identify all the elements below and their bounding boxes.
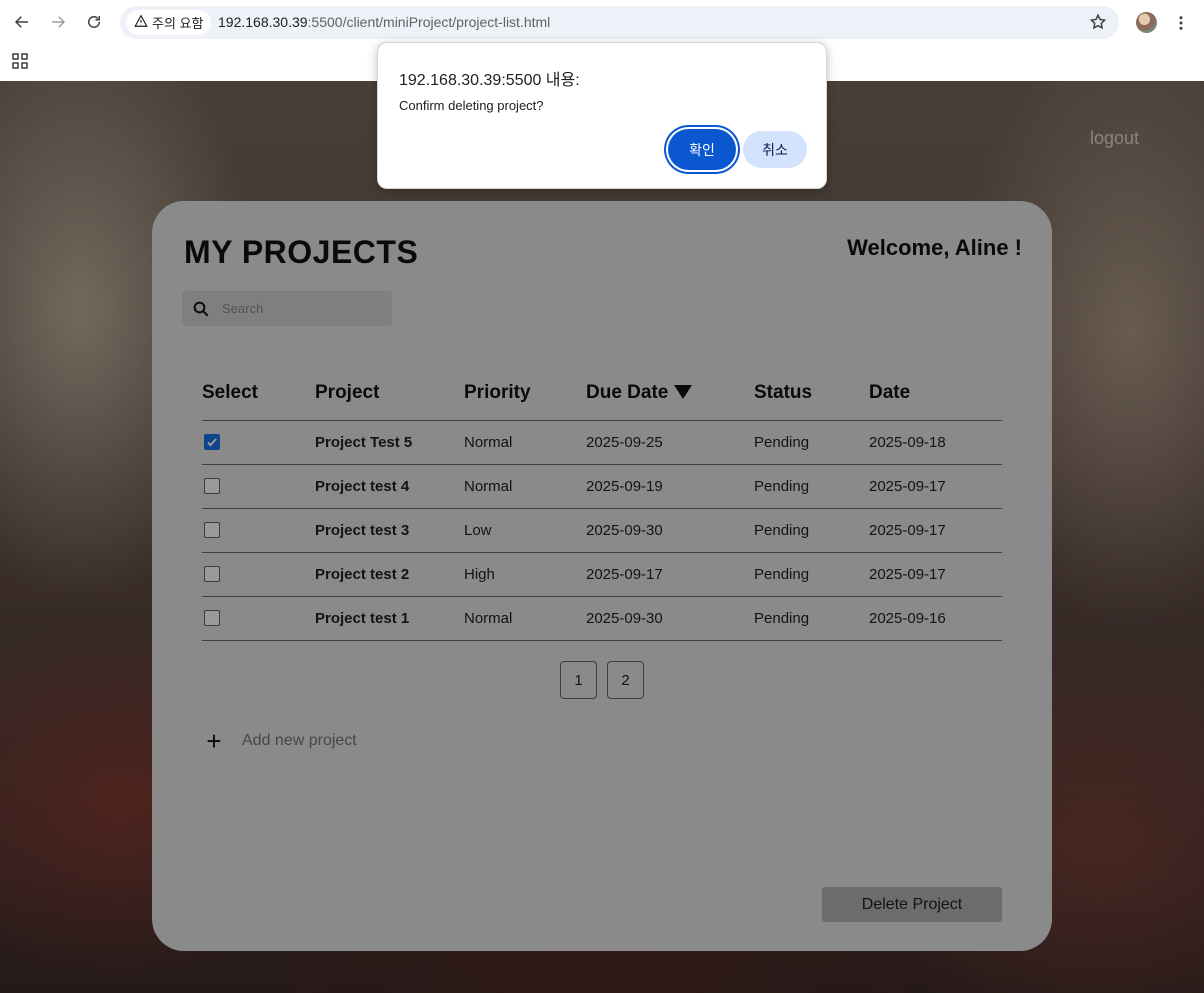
star-icon[interactable] bbox=[1089, 13, 1107, 31]
kebab-menu-icon[interactable] bbox=[1170, 12, 1192, 34]
modal-overlay bbox=[0, 81, 1204, 993]
address-bar[interactable]: 주의 요함 192.168.30.39:5500/client/miniProj… bbox=[120, 6, 1119, 39]
cancel-button[interactable]: 취소 bbox=[743, 131, 807, 168]
url-text[interactable]: 192.168.30.39:5500/client/miniProject/pr… bbox=[218, 14, 550, 30]
security-label: 주의 요함 bbox=[152, 16, 204, 31]
dialog-title: 192.168.30.39:5500 내용: bbox=[399, 72, 580, 89]
apps-grid-icon[interactable] bbox=[12, 53, 28, 69]
browser-toolbar: 주의 요함 192.168.30.39:5500/client/miniProj… bbox=[0, 0, 1204, 45]
confirm-dialog: 192.168.30.39:5500 내용: Confirm deleting … bbox=[377, 42, 827, 189]
security-chip[interactable]: 주의 요함 bbox=[126, 10, 212, 35]
forward-arrow-icon[interactable] bbox=[46, 10, 70, 34]
url-path: :5500/client/miniProject/project-list.ht… bbox=[307, 14, 551, 30]
warning-icon bbox=[134, 14, 148, 31]
ok-button[interactable]: 확인 bbox=[668, 129, 736, 170]
url-host: 192.168.30.39 bbox=[218, 14, 308, 30]
reload-icon[interactable] bbox=[82, 10, 106, 34]
profile-avatar[interactable] bbox=[1136, 12, 1157, 33]
dialog-message: Confirm deleting project? bbox=[399, 98, 544, 113]
back-arrow-icon[interactable] bbox=[10, 10, 34, 34]
